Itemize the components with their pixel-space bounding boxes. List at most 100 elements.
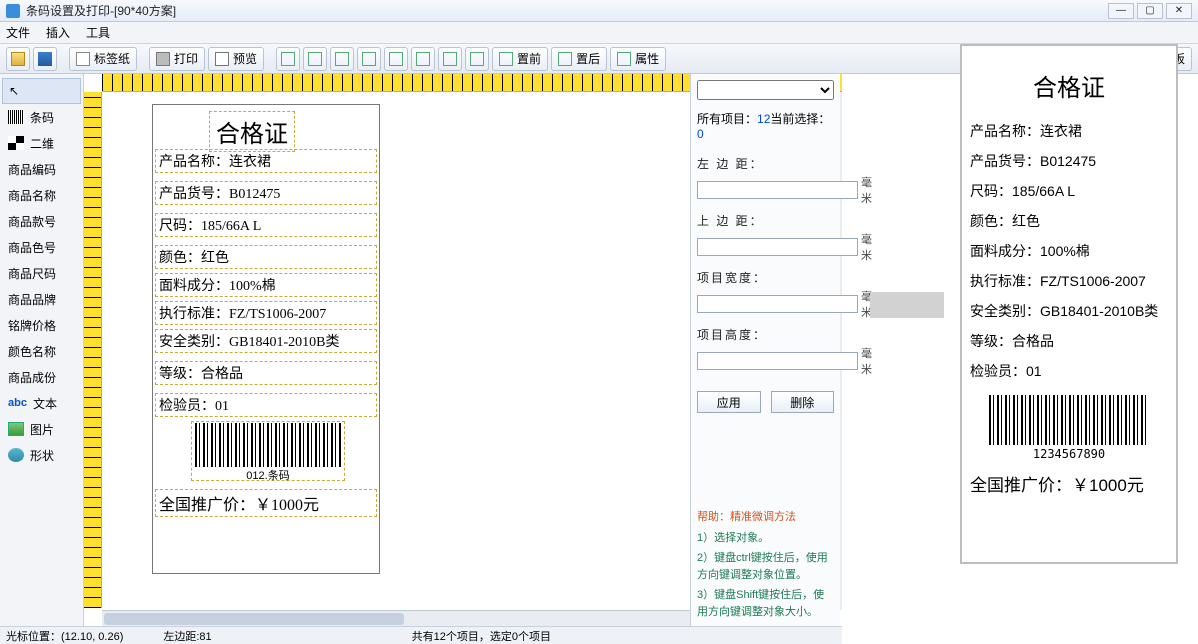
menu-tools[interactable]: 工具	[86, 24, 110, 41]
label-row-5[interactable]: 执行标准：FZ/TS1006-2007	[155, 301, 377, 325]
tool-shape[interactable]: 形状	[2, 442, 81, 468]
label-price[interactable]: 全国推广价：￥1000元	[155, 489, 377, 517]
ruler-vertical	[84, 92, 102, 608]
help-step-3: 3）键盘Shift键按住后，使用方向键调整对象大小。	[697, 587, 834, 620]
preview-button[interactable]: 预览	[208, 47, 264, 71]
preview-icon	[215, 52, 229, 66]
tool-color-name[interactable]: 颜色名称	[2, 338, 81, 364]
barcode-text: 012.条码	[195, 467, 341, 483]
barcode-bars	[195, 423, 341, 467]
preview-row-5: 执行标准：FZ/TS1006-2007	[970, 271, 1168, 291]
preview-area: 合格证 产品名称：连衣裙 产品货号：B012475 尺码：185/66A L 颜…	[870, 44, 1190, 604]
label-row-6[interactable]: 安全类别：GB18401-2010B类	[155, 329, 377, 353]
distribute-v-button[interactable]	[465, 47, 489, 71]
align-top-button[interactable]	[357, 47, 381, 71]
properties-button[interactable]: 属性	[610, 47, 666, 71]
tool-product-color-no[interactable]: 商品色号	[2, 234, 81, 260]
distribute-v-icon	[470, 52, 484, 66]
tool-image[interactable]: 图片	[2, 416, 81, 442]
tool-tag-price[interactable]: 铭牌价格	[2, 312, 81, 338]
preview-barcode	[989, 395, 1149, 445]
item-count: 所有项目：12当前选择：0	[697, 110, 834, 141]
preview-row-3: 颜色：红色	[970, 211, 1168, 231]
close-button[interactable]: ✕	[1166, 3, 1192, 19]
label-barcode[interactable]: 012.条码	[191, 421, 345, 481]
label-title[interactable]: 合格证	[209, 111, 295, 152]
send-back-icon	[558, 52, 572, 66]
align-bottom-icon	[416, 52, 430, 66]
save-icon	[38, 52, 52, 66]
delete-button[interactable]: 删除	[771, 391, 835, 413]
label-row-8[interactable]: 检验员：01	[155, 393, 377, 417]
label-page[interactable]: 合格证 产品名称：连衣裙 产品货号：B012475 尺码：185/66A L 颜…	[152, 104, 380, 574]
align-center-h-icon	[308, 52, 322, 66]
tool-product-code[interactable]: 商品编码	[2, 156, 81, 182]
item-height-row: 项目高度： 毫米	[697, 326, 834, 377]
preview-barcode-number: 1234567890	[970, 447, 1168, 461]
shape-icon	[8, 448, 24, 462]
help-step-1: 1）选择对象。	[697, 530, 834, 547]
preview-row-6: 安全类别：GB18401-2010B类	[970, 301, 1168, 321]
preview-row-2: 尺码：185/66A L	[970, 181, 1168, 201]
tool-barcode[interactable]: 条码	[2, 104, 81, 130]
top-margin-row: 上 边 距： 毫米	[697, 212, 834, 263]
align-right-button[interactable]	[330, 47, 354, 71]
save-button[interactable]	[33, 47, 57, 71]
tool-product-size[interactable]: 商品尺码	[2, 260, 81, 286]
menu-file[interactable]: 文件	[6, 24, 30, 41]
preview-title: 合格证	[970, 68, 1168, 103]
bring-front-button[interactable]: 置前	[492, 47, 548, 71]
tool-product-style[interactable]: 商品款号	[2, 208, 81, 234]
item-selector[interactable]	[697, 80, 834, 100]
top-margin-input[interactable]	[697, 238, 858, 256]
title-bar: 条码设置及打印-[90*40方案] — ▢ ✕	[0, 0, 1198, 22]
label-row-2[interactable]: 尺码：185/66A L	[155, 213, 377, 237]
apply-button[interactable]: 应用	[697, 391, 761, 413]
maximize-button[interactable]: ▢	[1137, 3, 1163, 19]
send-back-button[interactable]: 置后	[551, 47, 607, 71]
status-left-margin: 左边距:81	[163, 628, 211, 644]
open-icon	[11, 52, 25, 66]
scroll-thumb[interactable]	[104, 613, 404, 625]
help-step-2: 2）键盘ctrl键按住后，使用方向键调整对象位置。	[697, 550, 834, 583]
distribute-h-button[interactable]	[438, 47, 462, 71]
preview-row-1: 产品货号：B012475	[970, 151, 1168, 171]
status-bar: 光标位置：(12.10, 0.26) 左边距:81 共有12个项目，选定0个项目	[0, 626, 842, 644]
menu-insert[interactable]: 插入	[46, 24, 70, 41]
properties-icon	[617, 52, 631, 66]
print-button[interactable]: 打印	[149, 47, 205, 71]
tool-product-name[interactable]: 商品名称	[2, 182, 81, 208]
align-left-icon	[281, 52, 295, 66]
tool-product-brand[interactable]: 商品品牌	[2, 286, 81, 312]
label-row-0[interactable]: 产品名称：连衣裙	[155, 149, 377, 173]
item-height-input[interactable]	[697, 352, 858, 370]
text-icon: abc	[8, 397, 27, 409]
tool-pointer[interactable]: ↖	[2, 78, 81, 104]
tool-product-ingredient[interactable]: 商品成份	[2, 364, 81, 390]
align-left-button[interactable]	[276, 47, 300, 71]
preview-row-0: 产品名称：连衣裙	[970, 121, 1168, 141]
status-item-count: 共有12个项目，选定0个项目	[412, 628, 551, 644]
label-row-7[interactable]: 等级：合格品	[155, 361, 377, 385]
align-center-h-button[interactable]	[303, 47, 327, 71]
label-row-3[interactable]: 颜色：红色	[155, 245, 377, 269]
align-middle-button[interactable]	[384, 47, 408, 71]
item-width-input[interactable]	[697, 295, 858, 313]
pointer-icon: ↖	[9, 84, 19, 98]
drag-handle[interactable]	[870, 292, 944, 318]
top-margin-label: 上 边 距：	[697, 212, 834, 229]
label-row-1[interactable]: 产品货号：B012475	[155, 181, 377, 205]
fine-tune-panel: 所有项目：12当前选择：0 左 边 距： 毫米 上 边 距： 毫米 项目宽度： …	[690, 74, 840, 626]
open-button[interactable]	[6, 47, 30, 71]
preview-row-8: 检验员：01	[970, 361, 1168, 381]
tool-text[interactable]: abc文本	[2, 390, 81, 416]
minimize-button[interactable]: —	[1108, 3, 1134, 19]
align-bottom-button[interactable]	[411, 47, 435, 71]
label-paper-button[interactable]: 标签纸	[69, 47, 137, 71]
qrcode-icon	[8, 136, 24, 150]
barcode-icon	[8, 110, 24, 124]
label-row-4[interactable]: 面料成分：100%棉	[155, 273, 377, 297]
menu-bar: 文件 插入 工具	[0, 22, 1198, 44]
tool-qrcode[interactable]: 二维	[2, 130, 81, 156]
left-margin-input[interactable]	[697, 181, 858, 199]
